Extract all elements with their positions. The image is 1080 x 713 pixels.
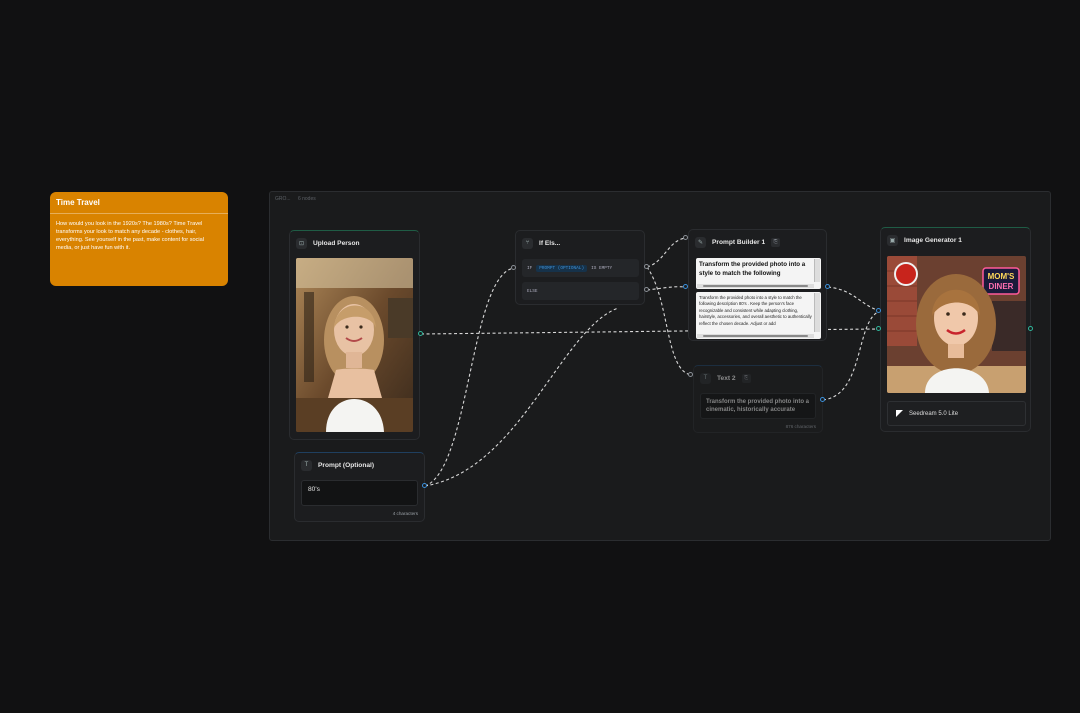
else-output-port[interactable] [644,287,649,292]
note-body: How would you look in the 1920s? The 198… [56,221,205,252]
char-count: 876 characters [785,424,816,429]
else-row[interactable]: ELSE [522,282,639,300]
node-title: If Els... [539,239,561,247]
node-header: ✎ Prompt Builder 1 ⎘ [695,236,781,248]
node-title: Upload Person [313,239,360,247]
if-output-port[interactable] [644,264,649,269]
template-hscrollbar[interactable] [697,284,814,288]
if-condition-row[interactable]: IF PROMPT (OPTIONAL) IS EMPTY [522,259,639,277]
if-variable-tag[interactable]: PROMPT (OPTIONAL) [536,264,588,272]
branch-icon: ⑂ [522,237,533,249]
image-generator-node[interactable]: ▣ Image Generator 1 MOM'S DINER Seedream… [880,227,1031,432]
link-icon[interactable]: ⎘ [771,237,781,247]
upload-output-port[interactable] [418,331,423,336]
uploaded-person-image[interactable] [296,258,413,432]
builder-input-port[interactable] [683,235,688,240]
if-keyword: IF [527,265,533,271]
prompt-builder-node[interactable]: ✎ Prompt Builder 1 ⎘ Transform the provi… [688,229,827,341]
prompt-input[interactable]: 80's [301,480,418,506]
text2-node[interactable]: T Text 2 ⎘ Transform the provided photo … [693,365,823,433]
node-title: Prompt (Optional) [318,461,375,469]
node-header: ⊡ Upload Person [296,237,360,249]
prompt-output-port[interactable] [422,483,427,488]
builder-output-port[interactable] [825,284,830,289]
generator-output-port[interactable] [1028,326,1033,331]
group-name: GRO... [275,196,291,202]
sticky-note[interactable]: Time Travel How would you look in the 19… [50,192,228,286]
node-title: Prompt Builder 1 [712,238,766,246]
preview-hscrollbar[interactable] [697,334,814,338]
prompt-preview-field[interactable]: Transform the provided photo into a styl… [696,292,821,339]
generated-image[interactable]: MOM'S DINER [887,256,1026,393]
node-header: T Text 2 ⎘ [700,372,751,384]
generator-image-port[interactable] [876,326,881,331]
text2-input-port[interactable] [688,372,693,377]
template-text: Transform the provided photo into a styl… [699,261,806,277]
text2-output-port[interactable] [820,397,825,402]
else-keyword: ELSE [527,288,538,294]
model-name: Seedream 5.0 Lite [909,410,959,417]
node-title: Image Generator 1 [904,236,962,244]
image-icon: ▣ [887,234,898,246]
preview-scrollbar[interactable] [814,293,820,332]
model-selector[interactable]: Seedream 5.0 Lite [887,401,1026,426]
builder-prompt-port[interactable] [683,284,688,289]
node-header: ⑂ If Els... [522,237,560,249]
note-title: Time Travel [56,198,100,207]
node-title: Text 2 [717,374,736,382]
builder-icon: ✎ [695,236,706,248]
group-node-count: 6 nodes [297,196,316,202]
text-icon: T [700,372,711,384]
char-count: 4 characters [392,511,418,516]
ifelse-input-port[interactable] [511,265,516,270]
preview-text: Transform the provided photo into a styl… [699,295,812,326]
generator-prompt-port[interactable] [876,308,881,313]
group-header: GRO... 6 nodes [275,196,322,202]
upload-person-node[interactable]: ⊡ Upload Person [289,230,420,440]
text-icon: T [301,459,312,471]
if-operator: IS EMPTY [591,265,613,271]
link-icon[interactable]: ⎘ [741,373,751,383]
prompt-template-field[interactable]: Transform the provided photo into a styl… [696,258,821,289]
upload-icon: ⊡ [296,237,307,249]
if-else-node[interactable]: ⑂ If Els... IF PROMPT (OPTIONAL) IS EMPT… [515,230,645,305]
text2-input[interactable]: Transform the provided photo into a cine… [700,393,816,419]
svg-text:DINER: DINER [989,282,1014,291]
svg-text:MOM'S: MOM'S [988,272,1015,281]
model-icon [896,410,903,417]
template-scrollbar[interactable] [814,259,820,282]
node-header: ▣ Image Generator 1 [887,234,962,246]
prompt-optional-node[interactable]: T Prompt (Optional) 80's 4 characters [294,452,425,522]
node-header: T Prompt (Optional) [301,459,374,471]
